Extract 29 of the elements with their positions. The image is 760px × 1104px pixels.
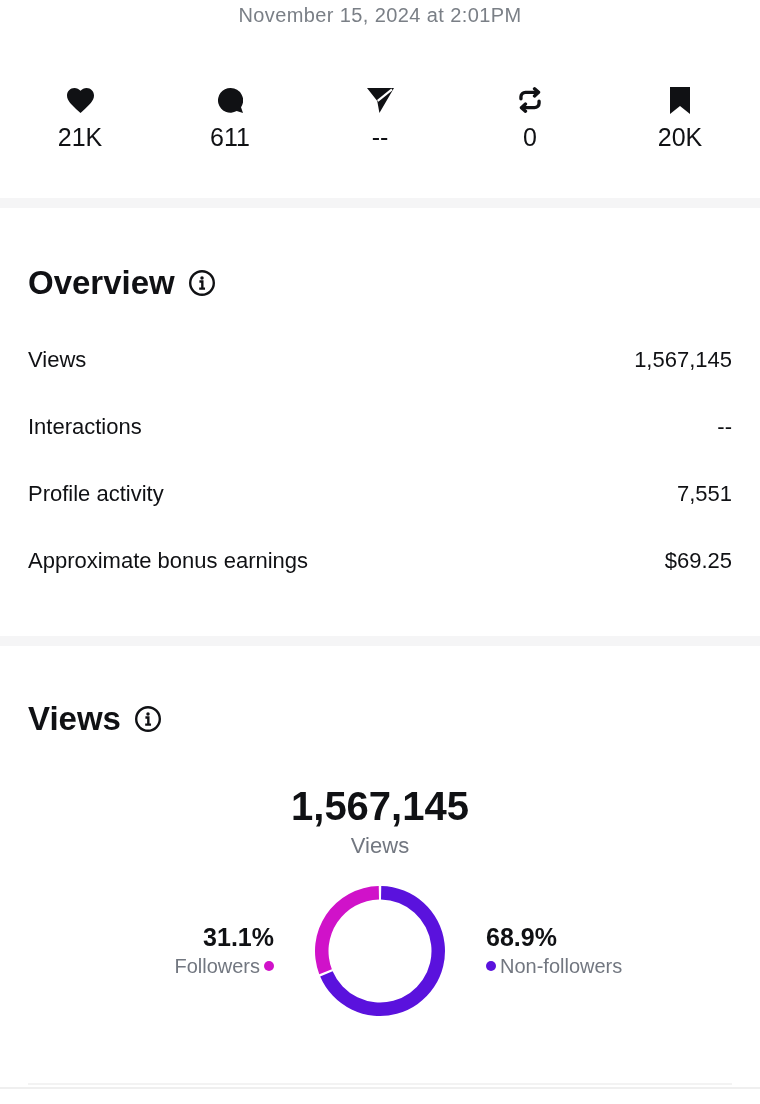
percent-value: 31.1%	[203, 922, 274, 952]
section-title: Views	[28, 699, 121, 739]
heart-icon	[66, 87, 94, 113]
info-icon[interactable]	[134, 706, 161, 732]
stat-count: --	[371, 122, 389, 152]
stat-count: 0	[523, 122, 537, 152]
metric-label: Views	[28, 346, 87, 373]
info-icon[interactable]	[188, 270, 215, 296]
views-total: 1,567,145	[291, 783, 469, 830]
repost-arrows-icon	[519, 87, 541, 113]
metric-value: --	[717, 413, 732, 440]
metric-label: Profile activity	[28, 480, 164, 507]
metric-value: 7,551	[676, 480, 732, 507]
speech-bubble-icon	[217, 87, 243, 113]
percent-value: 68.9%	[486, 922, 557, 952]
metric-label: Interactions	[28, 413, 142, 440]
legend-label: Non-followers	[500, 954, 623, 978]
section-title: Overview	[28, 263, 175, 303]
stat-count: 21K	[57, 122, 103, 152]
metric-value: $69.25	[664, 547, 732, 574]
legend-label: Followers	[174, 954, 260, 978]
stat-count: 20K	[657, 122, 703, 152]
metric-value: 1,567,145	[634, 346, 732, 373]
views-total-label: Views	[350, 833, 410, 859]
stat-count: 611	[210, 122, 250, 152]
bookmark-icon	[670, 86, 690, 114]
post-timestamp: November 15, 2024 at 2:01PM	[238, 3, 522, 27]
paper-plane-icon	[366, 87, 394, 113]
metric-label: Approximate bonus earnings	[28, 547, 309, 574]
